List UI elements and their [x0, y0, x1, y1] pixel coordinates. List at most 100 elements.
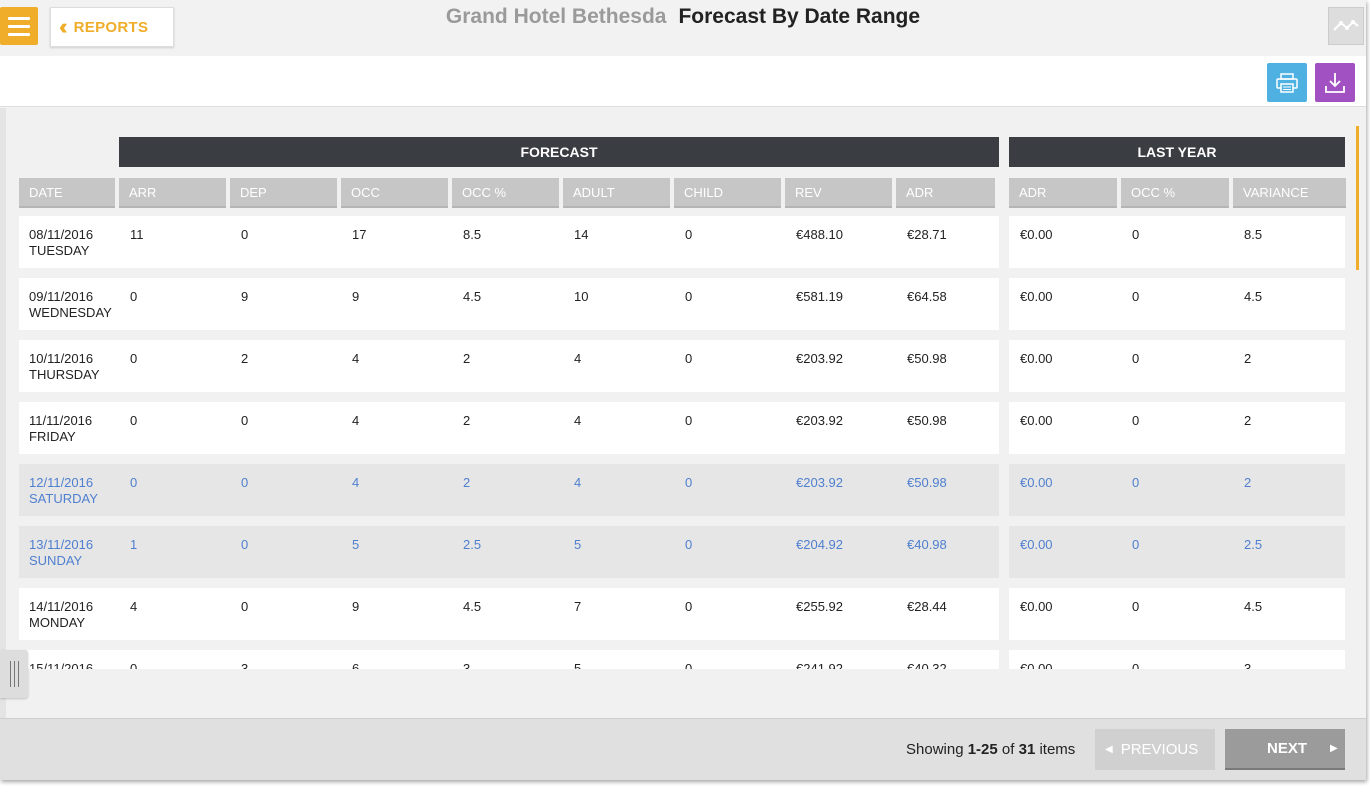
download-icon	[1325, 72, 1345, 93]
cell-dep: 0	[241, 413, 249, 428]
cell-adr: €40.32	[907, 661, 947, 669]
cell-child: 0	[685, 537, 693, 552]
cell-adult: 4	[574, 351, 582, 366]
column-header-adr[interactable]: ADR	[896, 178, 995, 208]
cell-ly-occ-pct: 0	[1132, 413, 1140, 428]
date-value: 14/11/2016	[29, 599, 94, 614]
cell-occ-pct: 2	[463, 413, 471, 428]
last-year-group-header: LAST YEAR	[1009, 137, 1345, 167]
day-name: WEDNESDAY	[29, 305, 112, 320]
cell-adult: 7	[574, 599, 582, 614]
table-row[interactable]: 09/11/2016 WEDNESDAY 0 9 9 4.5 10 0 €581.19 €64.5…	[0, 278, 1366, 330]
cell-ly-adr: €0.00	[1020, 599, 1053, 614]
cell-child: 0	[685, 351, 693, 366]
cell-variance: 4.5	[1244, 599, 1263, 614]
table-row[interactable]: 10/11/2016 THURSDAY 0 2 4 2 4 0 €203.92 €50.98 €0.…	[0, 340, 1366, 392]
cell-dep: 0	[241, 599, 249, 614]
cell-adr: €50.98	[907, 351, 947, 366]
date-cell: 14/11/2016 MONDAY	[29, 599, 93, 631]
column-header-variance[interactable]: VARIANCE	[1233, 178, 1346, 208]
total-items: 31	[1018, 741, 1036, 758]
forecast-row-segment	[19, 464, 999, 516]
last-year-row-segment	[1009, 216, 1345, 268]
cell-child: 0	[685, 413, 693, 428]
cell-occ-pct: 4.5	[463, 599, 482, 614]
next-button[interactable]: NEXT ▶	[1225, 729, 1345, 770]
last-year-row-segment	[1009, 464, 1345, 516]
cell-arr: 0	[130, 413, 138, 428]
cell-occ-pct: 2	[463, 351, 471, 366]
column-header-rev[interactable]: REV	[785, 178, 892, 208]
last-year-row-segment	[1009, 526, 1345, 578]
date-cell: 10/11/2016 THURSDAY	[29, 351, 100, 383]
page-range: 1-25	[967, 741, 998, 758]
date-value: 08/11/2016	[29, 227, 94, 242]
cell-adr: €64.58	[907, 289, 947, 304]
column-header-adult[interactable]: ADULT	[563, 178, 670, 208]
cell-adult: 5	[574, 661, 582, 669]
cell-adr: €28.44	[907, 599, 947, 614]
table-row[interactable]: 13/11/2016 SUNDAY 1 0 5 2.5 5 0 €204.92 €40.98 €0.…	[0, 526, 1366, 578]
column-header-occ-pct[interactable]: OCC %	[452, 178, 559, 208]
cell-ly-adr: €0.00	[1020, 661, 1053, 669]
cell-ly-occ-pct: 0	[1132, 351, 1140, 366]
day-name: FRIDAY	[29, 429, 76, 444]
cell-occ-pct: 8.5	[463, 227, 482, 242]
table-row[interactable]: 08/11/2016 TUESDAY 11 0 17 8.5 14 0 €488.10 €28.7…	[0, 216, 1366, 268]
cell-occ: 17	[352, 227, 367, 242]
cell-ly-adr: €0.00	[1020, 289, 1053, 304]
column-header-dep[interactable]: DEP	[230, 178, 337, 208]
column-header-occ[interactable]: OCC	[341, 178, 448, 208]
date-value: 15/11/2016	[29, 661, 94, 669]
table-row[interactable]: 14/11/2016 MONDAY 4 0 9 4.5 7 0 €255.92 €28.44 €0.…	[0, 588, 1366, 640]
date-cell: 08/11/2016 TUESDAY	[29, 227, 93, 259]
cell-rev: €203.92	[796, 475, 843, 490]
cell-variance: 2	[1244, 413, 1252, 428]
cell-arr: 0	[130, 475, 138, 490]
cell-rev: €203.92	[796, 351, 843, 366]
previous-button[interactable]: ◀ PREVIOUS	[1095, 729, 1215, 770]
table-row[interactable]: 12/11/2016 SATURDAY 0 0 4 2 4 0 €203.92 €50.98 €0.…	[0, 464, 1366, 516]
cell-rev: €581.19	[796, 289, 843, 304]
caret-left-icon: ◀	[1105, 744, 1113, 755]
last-year-row-segment	[1009, 340, 1345, 392]
cell-adult: 4	[574, 413, 582, 428]
print-button[interactable]	[1267, 63, 1307, 102]
table-body: 08/11/2016 TUESDAY 11 0 17 8.5 14 0 €488.10 €28.7…	[0, 216, 1366, 669]
day-name: THURSDAY	[29, 367, 100, 382]
column-header-ly-occ-pct[interactable]: OCC %	[1121, 178, 1229, 208]
last-year-row-segment	[1009, 650, 1345, 669]
grip-icon	[9, 661, 11, 687]
cell-adr: €50.98	[907, 413, 947, 428]
date-cell: 11/11/2016 FRIDAY	[29, 413, 92, 445]
column-header-child[interactable]: CHILD	[674, 178, 781, 208]
cell-dep: 0	[241, 537, 249, 552]
column-header-ly-adr[interactable]: ADR	[1009, 178, 1117, 208]
table-row[interactable]: 11/11/2016 FRIDAY 0 0 4 2 4 0 €203.92 €50.98 €0.00…	[0, 402, 1366, 454]
download-button[interactable]	[1315, 63, 1355, 102]
forecast-row-segment	[19, 588, 999, 640]
hotel-name: Grand Hotel Bethesda	[445, 5, 667, 28]
cell-occ: 5	[352, 537, 360, 552]
cell-ly-occ-pct: 0	[1132, 227, 1140, 242]
page-title: Grand Hotel Bethesda Forecast By Date Ran…	[0, 5, 1366, 29]
cell-ly-occ-pct: 0	[1132, 599, 1140, 614]
scrollbar[interactable]	[1356, 126, 1359, 270]
cell-variance: 4.5	[1244, 289, 1263, 304]
report-title: Forecast By Date Range	[678, 5, 921, 28]
forecast-row-segment	[19, 650, 999, 669]
cell-adult: 10	[574, 289, 589, 304]
cell-ly-occ-pct: 0	[1132, 661, 1140, 669]
cell-arr: 11	[130, 227, 144, 242]
cell-occ-pct: 3	[463, 661, 471, 669]
table-row[interactable]: 15/11/2016 0 3 6 3 5 0 €241.92 €40.32 €0.00 0 3	[0, 650, 1366, 669]
cell-arr: 0	[130, 661, 138, 669]
line-chart-icon	[1333, 20, 1359, 31]
cell-arr: 4	[130, 599, 138, 614]
side-panel-handle[interactable]	[0, 650, 28, 698]
chart-toggle-button[interactable]	[1328, 7, 1364, 45]
app-window: ‹‹ REPORTS Grand Hotel Bethesda Forecast …	[0, 0, 1366, 780]
cell-child: 0	[685, 227, 693, 242]
column-header-arr[interactable]: ARR	[119, 178, 226, 208]
column-header-date[interactable]: DATE	[19, 178, 115, 208]
